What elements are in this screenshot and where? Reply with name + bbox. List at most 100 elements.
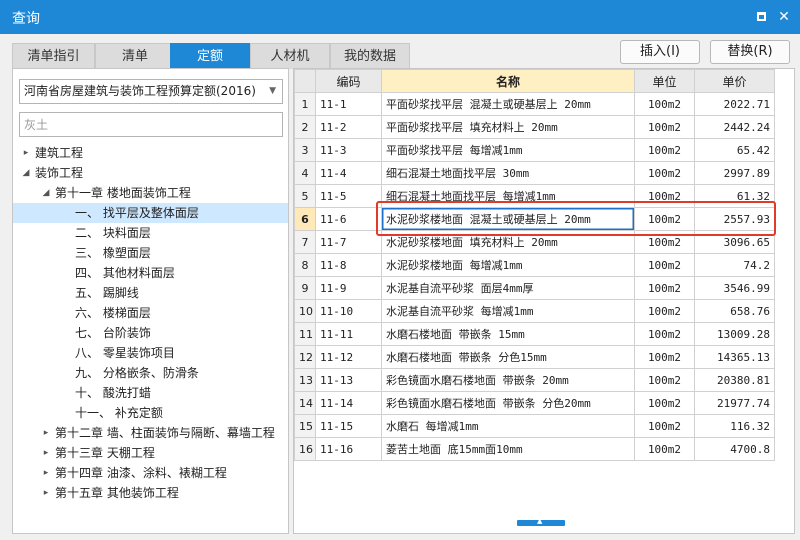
tab-my-data[interactable]: 我的数据 [330, 43, 410, 69]
price-column-header[interactable]: 单价 [694, 69, 775, 93]
triangle-right-icon[interactable]: ▸ [21, 143, 31, 163]
unit-cell: 100m2 [634, 299, 695, 323]
tree-node-label: 第十一章 楼地面装饰工程 [55, 186, 191, 200]
row-number-cell: 16 [294, 437, 316, 461]
code-cell: 11-10 [315, 299, 382, 323]
unit-cell: 100m2 [634, 253, 695, 277]
tree-node-label: 第十二章 墙、柱面装饰与隔断、幕墙工程 [55, 426, 275, 440]
table-row[interactable]: 14 11-14 彩色镜面水磨石楼地面 带嵌条 分色20mm 100m2 21977.7… [294, 391, 775, 415]
tree-node[interactable]: 七、 台阶装饰 [13, 323, 288, 343]
unit-cell: 100m2 [634, 92, 695, 116]
unit-cell: 100m2 [634, 207, 695, 231]
close-button[interactable]: ✕ [774, 7, 794, 27]
code-cell: 11-7 [315, 230, 382, 254]
table-row[interactable]: 4 11-4 细石混凝土地面找平层 30mm 100m2 2997.89 [294, 161, 775, 185]
code-cell: 11-14 [315, 391, 382, 415]
table-row[interactable]: 13 11-13 彩色镜面水磨石楼地面 带嵌条 20mm 100m2 20380.81 [294, 368, 775, 392]
name-cell: 平面砂浆找平层 每增减1mm [381, 138, 635, 162]
table-row[interactable]: 5 11-5 细石混凝土地面找平层 每增减1mm 100m2 61.32 [294, 184, 775, 208]
price-cell: 13009.28 [694, 322, 775, 346]
name-cell: 水泥基自流平砂浆 每增减1mm [381, 299, 635, 323]
tree-node[interactable]: ◢ 装饰工程 [13, 163, 288, 183]
row-number-cell: 15 [294, 414, 316, 438]
tree-node[interactable]: 三、 橡塑面层 [13, 243, 288, 263]
chevron-down-icon: ▼ [269, 86, 276, 96]
tree-node[interactable]: ▸ 第十三章 天棚工程 [13, 443, 288, 463]
row-number-cell: 2 [294, 115, 316, 139]
tree-node[interactable]: 十一、 补充定额 [13, 403, 288, 423]
row-number-cell: 6 [294, 207, 316, 231]
name-cell: 细石混凝土地面找平层 每增减1mm [381, 184, 635, 208]
table-row[interactable]: 16 11-16 菱苦土地面 底15mm面10mm 100m2 4700.8 [294, 437, 775, 461]
tab-labor-material-machine[interactable]: 人材机 [250, 43, 330, 69]
tree-node-label: 七、 台阶装饰 [75, 326, 151, 340]
triangle-down-icon[interactable]: ◢ [21, 163, 31, 183]
tree-node[interactable]: 二、 块料面层 [13, 223, 288, 243]
tab-list-guide[interactable]: 清单指引 [12, 43, 95, 69]
table-row[interactable]: 12 11-12 水磨石楼地面 带嵌条 分色15mm 100m2 14365.13 [294, 345, 775, 369]
replace-button[interactable]: 替换(R) [710, 40, 790, 64]
unit-column-header[interactable]: 单位 [634, 69, 695, 93]
tree-node[interactable]: 八、 零星装饰项目 [13, 343, 288, 363]
tree-node[interactable]: ▸ 建筑工程 [13, 143, 288, 163]
unit-cell: 100m2 [634, 161, 695, 185]
price-cell: 4700.8 [694, 437, 775, 461]
table-row[interactable]: 9 11-9 水泥基自流平砂浆 面层4mm厚 100m2 3546.99 [294, 276, 775, 300]
triangle-right-icon[interactable]: ▸ [41, 463, 51, 483]
triangle-right-icon[interactable]: ▸ [41, 423, 51, 443]
table-row[interactable]: 2 11-2 平面砂浆找平层 填充材料上 20mm 100m2 2442.24 [294, 115, 775, 139]
table-row[interactable]: 15 11-15 水磨石 每增减1mm 100m2 116.32 [294, 414, 775, 438]
unit-cell: 100m2 [634, 230, 695, 254]
tree-node[interactable]: 九、 分格嵌条、防滑条 [13, 363, 288, 383]
search-input[interactable] [19, 112, 283, 137]
tree-node[interactable]: ▸ 第十四章 油漆、涂料、裱糊工程 [13, 463, 288, 483]
code-cell: 11-4 [315, 161, 382, 185]
price-cell: 20380.81 [694, 368, 775, 392]
tree-node[interactable]: 六、 楼梯面层 [13, 303, 288, 323]
maximize-button[interactable] [751, 7, 771, 27]
splitter-handle[interactable]: ▲ [517, 517, 565, 526]
unit-cell: 100m2 [634, 368, 695, 392]
tree-node[interactable]: ▸ 第十二章 墙、柱面装饰与隔断、幕墙工程 [13, 423, 288, 443]
table-row[interactable]: 1 11-1 平面砂浆找平层 混凝土或硬基层上 20mm 100m2 2022.71 [294, 92, 775, 116]
row-number-cell: 10 [294, 299, 316, 323]
unit-cell: 100m2 [634, 276, 695, 300]
table-row[interactable]: 7 11-7 水泥砂浆楼地面 填充材料上 20mm 100m2 3096.65 [294, 230, 775, 254]
row-number-cell: 5 [294, 184, 316, 208]
table-row[interactable]: 11 11-11 水磨石楼地面 带嵌条 15mm 100m2 13009.28 [294, 322, 775, 346]
name-column-header[interactable]: 名称 [381, 69, 635, 93]
code-column-header[interactable]: 编码 [315, 69, 382, 93]
unit-cell: 100m2 [634, 345, 695, 369]
tree-node[interactable]: 五、 踢脚线 [13, 283, 288, 303]
table-row[interactable]: 6 11-6 水泥砂浆楼地面 混凝土或硬基层上 20mm 100m2 2557.93 [294, 207, 775, 231]
triangle-down-icon[interactable]: ◢ [41, 183, 51, 203]
title-bar: 查询 ✕ [0, 0, 800, 34]
tree-node-label: 第十五章 其他装饰工程 [55, 486, 179, 500]
tree-node[interactable]: ▸ 第十五章 其他装饰工程 [13, 483, 288, 503]
table-row[interactable]: 10 11-10 水泥基自流平砂浆 每增减1mm 100m2 658.76 [294, 299, 775, 323]
unit-cell: 100m2 [634, 115, 695, 139]
tree-node[interactable]: 四、 其他材料面层 [13, 263, 288, 283]
name-cell: 水磨石楼地面 带嵌条 15mm [381, 322, 635, 346]
row-number-cell: 13 [294, 368, 316, 392]
name-cell: 水泥基自流平砂浆 面层4mm厚 [381, 276, 635, 300]
code-cell: 11-8 [315, 253, 382, 277]
quota-library-select[interactable]: 河南省房屋建筑与装饰工程预算定额(2016) ▼ [19, 79, 283, 104]
row-number-cell: 3 [294, 138, 316, 162]
window-title: 查询 [12, 11, 40, 27]
insert-button[interactable]: 插入(I) [620, 40, 700, 64]
unit-cell: 100m2 [634, 391, 695, 415]
tree-node[interactable]: 一、 找平层及整体面层 [13, 203, 288, 223]
triangle-right-icon[interactable]: ▸ [41, 483, 51, 503]
name-cell: 菱苦土地面 底15mm面10mm [381, 437, 635, 461]
tree-node[interactable]: 十、 酸洗打蜡 [13, 383, 288, 403]
triangle-right-icon[interactable]: ▸ [41, 443, 51, 463]
table-row[interactable]: 3 11-3 平面砂浆找平层 每增减1mm 100m2 65.42 [294, 138, 775, 162]
price-cell: 2442.24 [694, 115, 775, 139]
tree-node[interactable]: ◢ 第十一章 楼地面装饰工程 [13, 183, 288, 203]
table-row[interactable]: 8 11-8 水泥砂浆楼地面 每增减1mm 100m2 74.2 [294, 253, 775, 277]
unit-cell: 100m2 [634, 322, 695, 346]
tab-list[interactable]: 清单 [95, 43, 175, 69]
code-cell: 11-3 [315, 138, 382, 162]
tab-quota[interactable]: 定额 [170, 43, 250, 69]
